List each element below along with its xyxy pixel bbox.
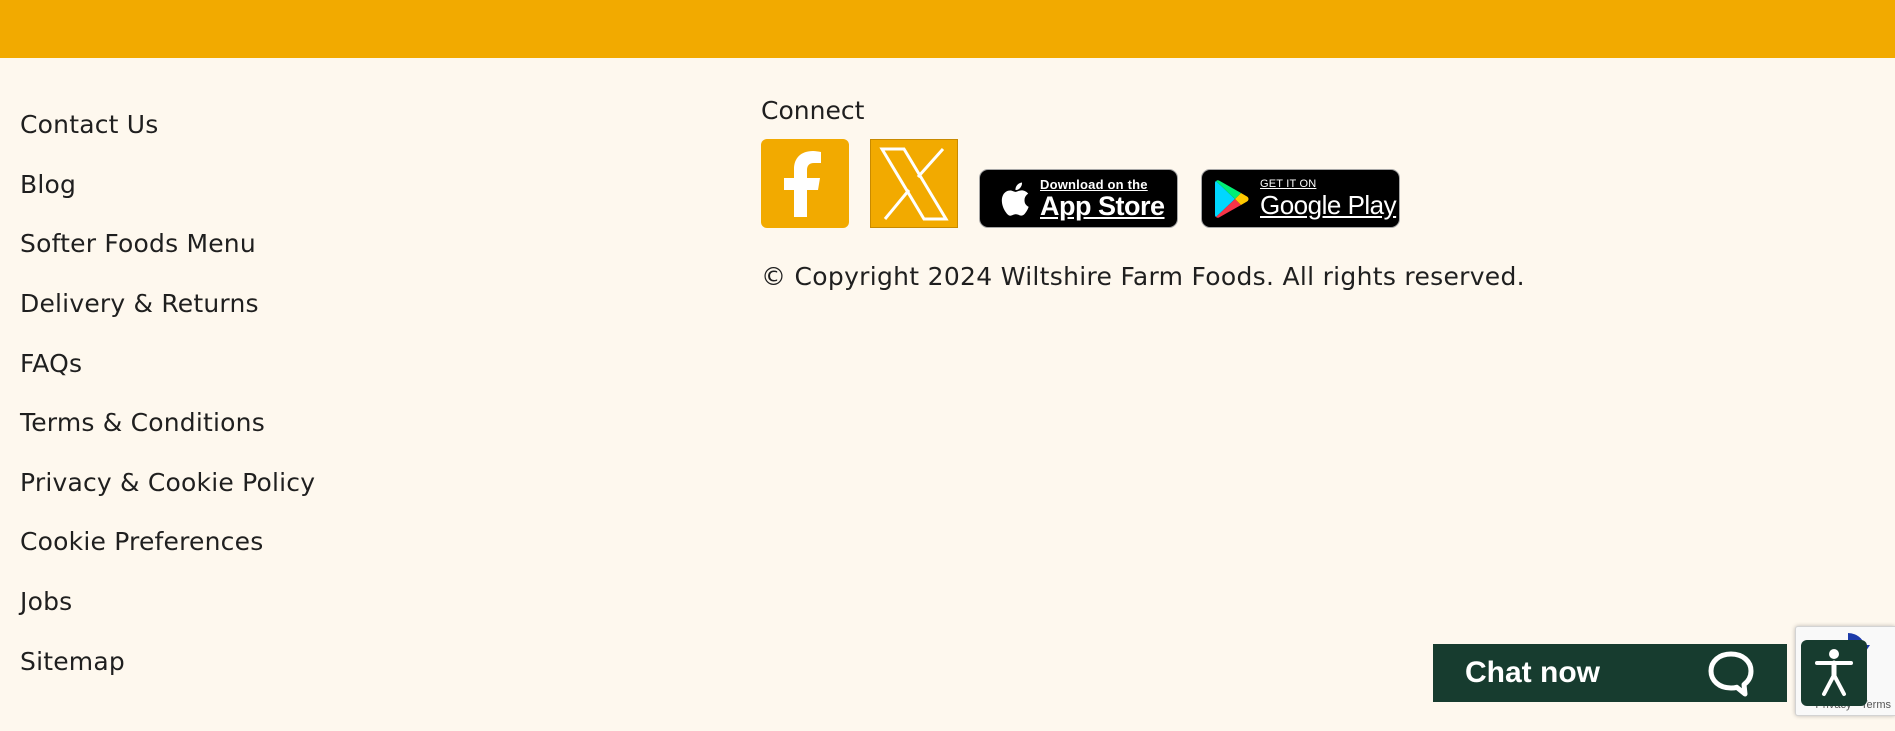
accessibility-icon (1815, 649, 1853, 696)
apple-icon (1001, 182, 1029, 216)
facebook-icon (784, 150, 821, 217)
list-item: FAQs (20, 333, 315, 393)
list-item: Blog (20, 155, 315, 215)
app-store-small-text: Download on the (1040, 176, 1148, 192)
x-twitter-icon (879, 147, 949, 220)
google-play-big-text: Google Play (1260, 190, 1397, 220)
list-item: Jobs (20, 572, 315, 632)
footer-link-faqs[interactable]: FAQs (20, 349, 82, 378)
chat-now-button[interactable]: Chat now (1433, 644, 1787, 702)
accessibility-button[interactable] (1801, 640, 1867, 706)
list-item: Delivery & Returns (20, 274, 315, 334)
app-store-big-text: App Store (1040, 190, 1165, 221)
google-play-small-text: GET IT ON (1260, 178, 1317, 190)
app-store-badge[interactable]: Download on the App Store (979, 169, 1178, 228)
footer-link-blog[interactable]: Blog (20, 170, 76, 199)
connect-section: Connect (761, 96, 864, 130)
footer-link-terms-conditions[interactable]: Terms & Conditions (20, 408, 265, 437)
footer-link-contact-us[interactable]: Contact Us (20, 110, 159, 139)
chat-now-label: Chat now (1465, 656, 1600, 689)
list-item: Cookie Preferences (20, 512, 315, 572)
connect-heading: Connect (761, 96, 865, 125)
footer-link-privacy-cookie-policy[interactable]: Privacy & Cookie Policy (20, 468, 315, 497)
list-item: Terms & Conditions (20, 393, 315, 453)
x-twitter-link[interactable] (870, 139, 958, 228)
footer-link-softer-foods-menu[interactable]: Softer Foods Menu (20, 229, 256, 258)
list-item: Contact Us (20, 95, 315, 155)
google-play-text: GET IT ON Google Play (1260, 178, 1397, 220)
footer-link-delivery-returns[interactable]: Delivery & Returns (20, 289, 259, 318)
social-and-app-links: Download on the App Store GET IT ON Goog… (761, 139, 1461, 229)
chat-bubble-icon (1708, 651, 1754, 697)
facebook-link[interactable] (761, 139, 849, 228)
google-play-icon (1215, 179, 1249, 218)
google-play-badge[interactable]: GET IT ON Google Play (1201, 169, 1400, 228)
list-item: Sitemap (20, 631, 315, 691)
app-store-text: Download on the App Store (1040, 178, 1165, 220)
top-brand-band (0, 0, 1895, 58)
footer-links-list: Contact Us Blog Softer Foods Menu Delive… (20, 95, 315, 691)
footer-link-jobs[interactable]: Jobs (20, 587, 72, 616)
list-item: Softer Foods Menu (20, 214, 315, 274)
footer-link-cookie-preferences[interactable]: Cookie Preferences (20, 527, 263, 556)
list-item: Privacy & Cookie Policy (20, 453, 315, 513)
copyright-text: © Copyright 2024 Wiltshire Farm Foods. A… (761, 262, 1525, 291)
footer-link-sitemap[interactable]: Sitemap (20, 647, 125, 676)
